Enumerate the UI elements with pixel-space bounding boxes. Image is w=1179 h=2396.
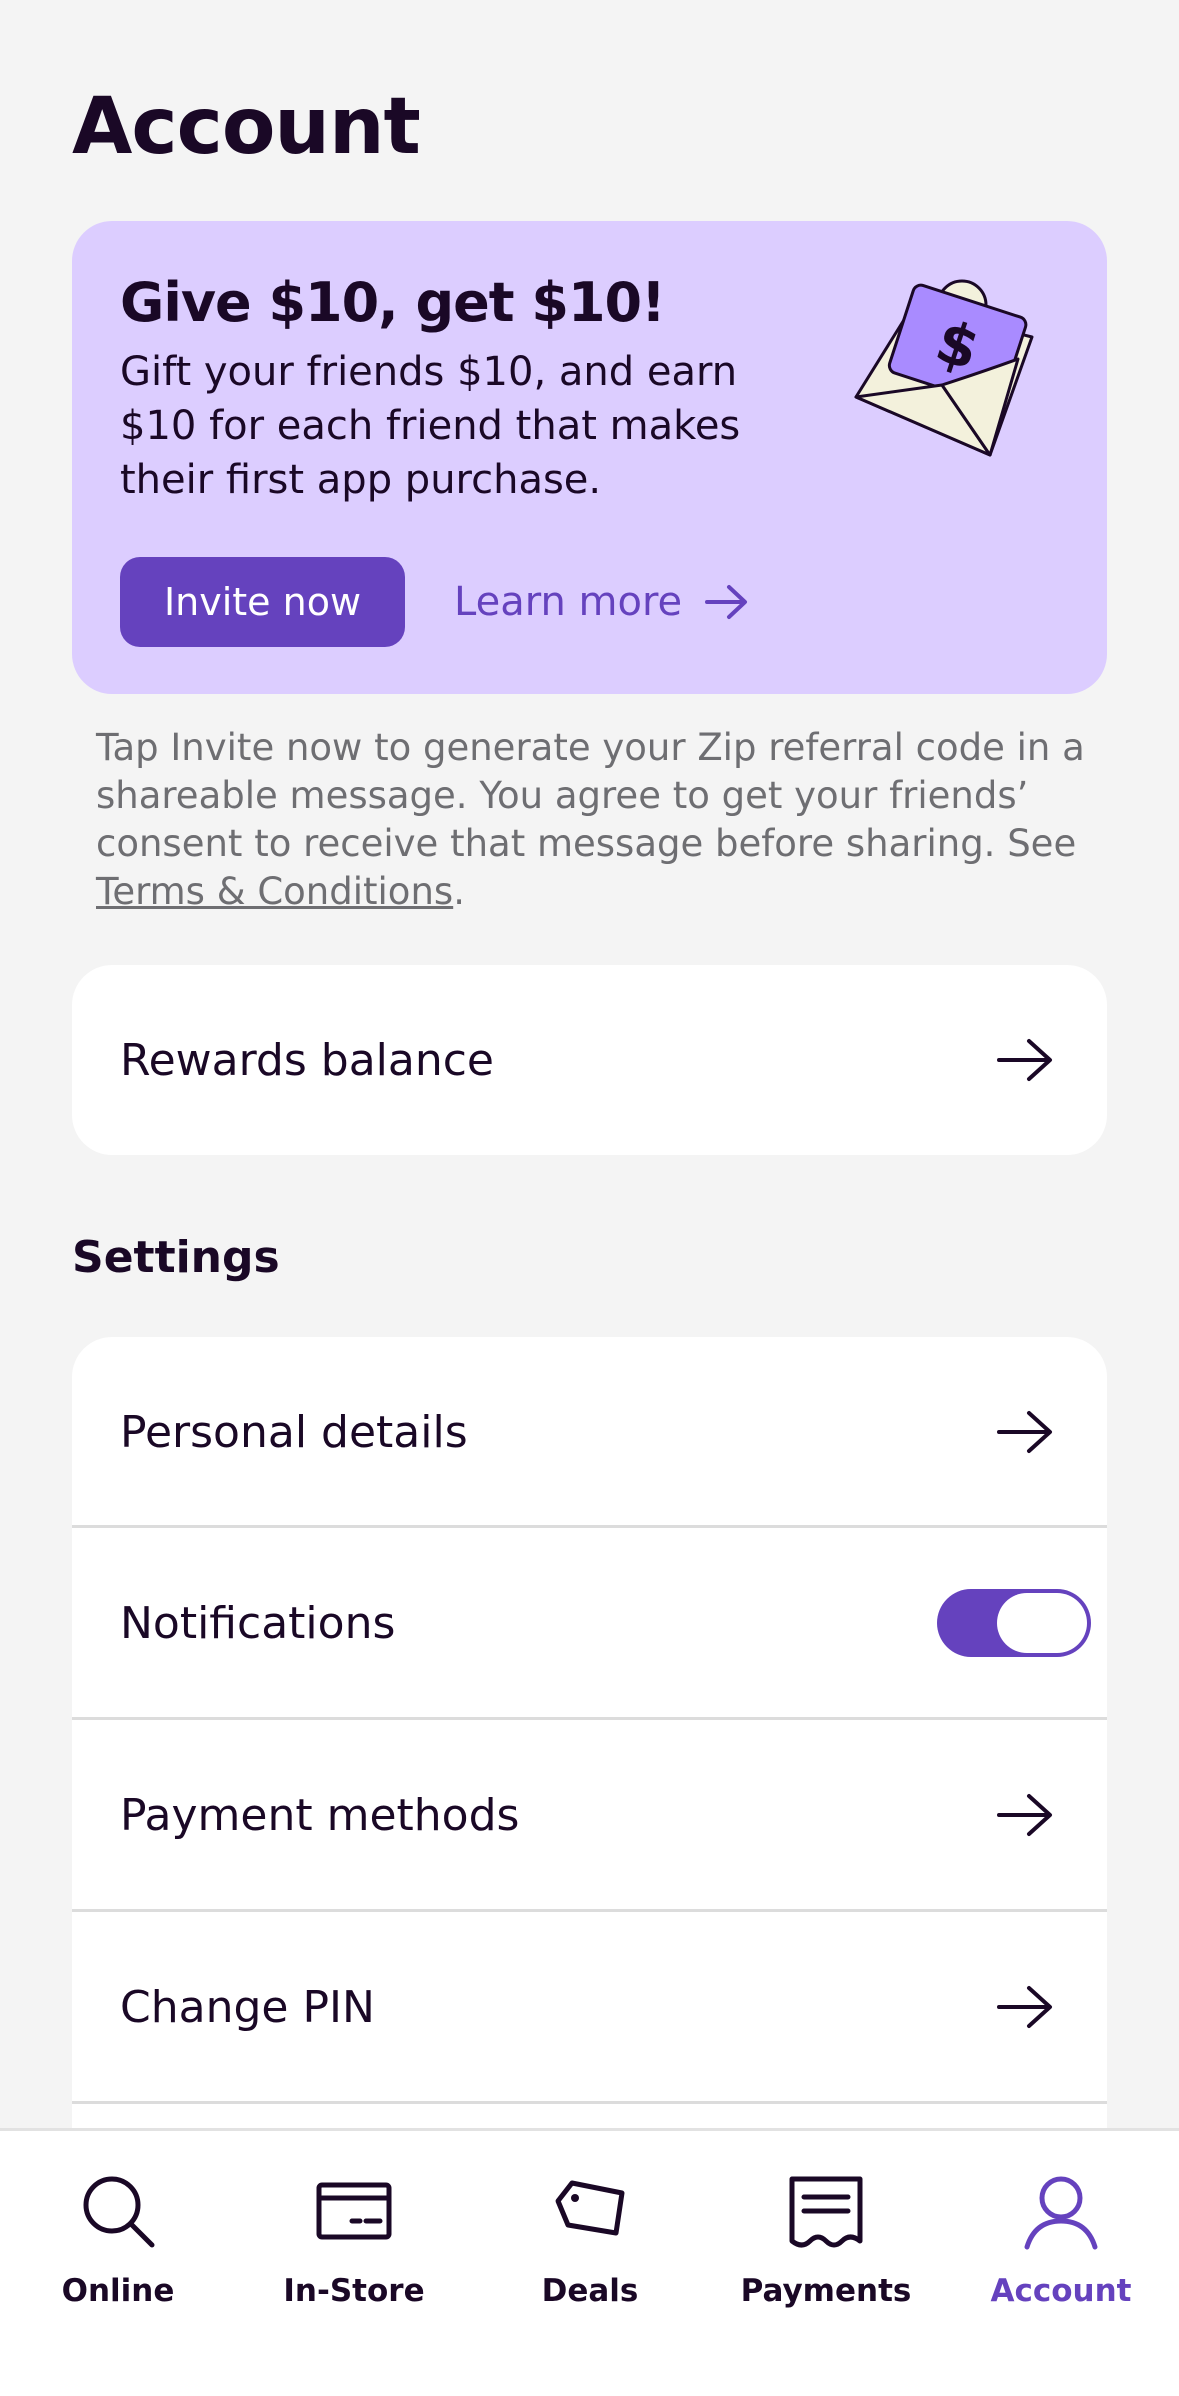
- tag-icon: [555, 2180, 625, 2236]
- terms-conditions-link[interactable]: Terms & Conditions: [96, 870, 453, 913]
- rewards-balance-row[interactable]: Rewards balance: [72, 965, 1107, 1155]
- arrow-right-icon: [705, 585, 748, 619]
- tab-account[interactable]: Account: [943, 2171, 1179, 2309]
- settings-item-personal-details[interactable]: Personal details: [72, 1337, 1107, 1527]
- bottom-tab-bar: Online In-Store Deals Payments Account: [0, 2128, 1179, 2396]
- money-envelope-icon: $: [854, 279, 1034, 457]
- disclaimer-text: Tap Invite now to generate your Zip refe…: [96, 726, 1085, 865]
- settings-item-payment-methods[interactable]: Payment methods: [72, 1720, 1107, 1910]
- account-screen: Account Give $10, get $10! Gift your fri…: [0, 0, 1179, 2396]
- settings-item-notifications: Notifications: [72, 1528, 1107, 1718]
- tab-deals[interactable]: Deals: [472, 2171, 708, 2309]
- tab-label: Account: [990, 2273, 1132, 2309]
- rewards-balance-card[interactable]: Rewards balance: [72, 965, 1107, 1155]
- tab-online[interactable]: Online: [0, 2171, 236, 2309]
- referral-disclaimer: Tap Invite now to generate your Zip refe…: [96, 724, 1126, 916]
- settings-heading: Settings: [72, 1232, 280, 1283]
- toggle-knob: [997, 1593, 1087, 1653]
- tab-payments[interactable]: Payments: [708, 2171, 944, 2309]
- referral-promo-card: Give $10, get $10! Gift your friends $10…: [72, 221, 1107, 694]
- settings-item-label: Notifications: [120, 1597, 396, 1649]
- learn-more-label: Learn more: [454, 579, 683, 625]
- invite-now-button[interactable]: Invite now: [120, 557, 405, 647]
- settings-item-label: Personal details: [120, 1406, 468, 1458]
- search-icon: [83, 2176, 155, 2248]
- page-title: Account: [72, 82, 421, 172]
- receipt-icon: [789, 2176, 863, 2248]
- arrow-right-icon: [997, 1986, 1052, 2028]
- tab-label: Payments: [740, 2273, 912, 2309]
- tab-in-store[interactable]: In-Store: [236, 2171, 472, 2309]
- settings-item-change-pin[interactable]: Change PIN: [72, 1912, 1107, 2102]
- tab-label: Online: [61, 2273, 175, 2309]
- settings-item-label: Payment methods: [120, 1789, 520, 1841]
- person-icon: [1024, 2176, 1098, 2250]
- promo-title: Give $10, get $10!: [120, 271, 666, 334]
- arrow-right-icon: [997, 1039, 1052, 1081]
- settings-item-label: Change PIN: [120, 1981, 375, 2033]
- divider: [72, 2101, 1107, 2104]
- notifications-toggle[interactable]: [937, 1589, 1091, 1657]
- arrow-right-icon: [997, 1411, 1052, 1453]
- learn-more-link[interactable]: Learn more: [454, 557, 750, 647]
- card-icon: [316, 2182, 392, 2240]
- disclaimer-suffix: .: [453, 870, 465, 913]
- arrow-right-icon: [997, 1794, 1052, 1836]
- tab-label: Deals: [541, 2273, 639, 2309]
- tab-label: In-Store: [283, 2273, 425, 2309]
- promo-body: Gift your friends $10, and earn $10 for …: [120, 349, 741, 503]
- rewards-balance-label: Rewards balance: [120, 1034, 494, 1086]
